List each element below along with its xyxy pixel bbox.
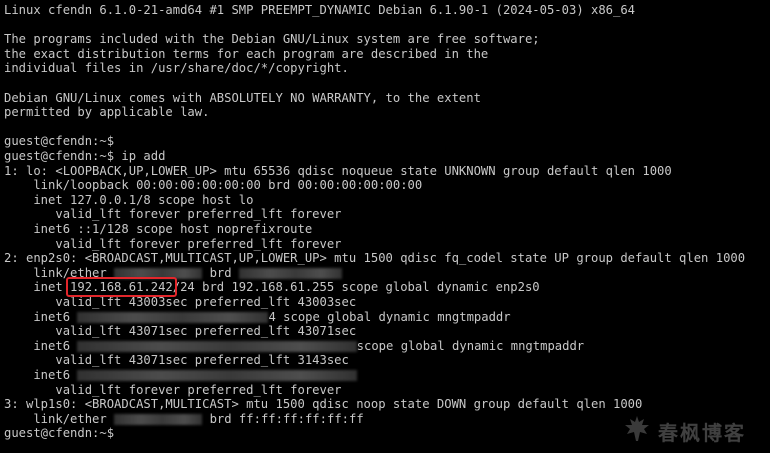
redacted-region (114, 413, 203, 425)
terminal-line: individual files in /usr/share/doc/*/cop… (4, 61, 349, 76)
terminal-line: 2: enp2s0: <BROADCAST,MULTICAST,UP,LOWER… (4, 251, 746, 266)
terminal-line: The programs included with the Debian GN… (4, 32, 540, 47)
terminal-line: inet6 4 scope global dynamic mngtmpaddr (4, 309, 511, 324)
redacted-region (77, 340, 357, 352)
terminal-line: the exact distribution terms for each pr… (4, 46, 489, 61)
terminal-line: 1: lo: <LOOPBACK,UP,LOWER_UP> mtu 65536 … (4, 163, 672, 178)
terminal-line: guest@cfendn:~$ (4, 426, 115, 441)
terminal-line: inet 127.0.0.1/8 scope host lo (4, 192, 254, 207)
redacted-region (77, 311, 269, 323)
watermark-text: 春枫博客 (658, 420, 746, 445)
terminal-line: guest@cfendn:~$ (4, 134, 115, 149)
terminal-line: guest@cfendn:~$ ip add (4, 149, 166, 163)
terminal-line: Debian GNU/Linux comes with ABSOLUTELY N… (4, 90, 481, 105)
terminal-screen[interactable]: Linux cfendn 6.1.0-21-amd64 #1 SMP PREEM… (0, 0, 770, 453)
terminal-line: inet6 ::1/128 scope host noprefixroute (4, 222, 313, 236)
ip-highlight-box (66, 277, 177, 298)
terminal-line: link/loopback 00:00:00:00:00:00 brd 00:0… (4, 178, 423, 193)
terminal-line: valid_lft forever preferred_lft forever (4, 236, 342, 251)
terminal-line: valid_lft 43003sec preferred_lft 43003se… (4, 295, 357, 309)
redacted-region (238, 267, 342, 279)
terminal-line: permitted by applicable law. (4, 105, 210, 120)
terminal-line: valid_lft forever preferred_lft forever (4, 382, 342, 397)
terminal-line: link/ether brd ff:ff:ff:ff:ff:ff (4, 411, 364, 426)
terminal-line: valid_lft 43071sec preferred_lft 43071se… (4, 324, 357, 339)
maple-leaf-icon (622, 414, 652, 449)
terminal-line: valid_lft 43071sec preferred_lft 3143sec (4, 353, 349, 368)
terminal-line: Linux cfendn 6.1.0-21-amd64 #1 SMP PREEM… (4, 3, 636, 17)
watermark: 春枫博客 (622, 414, 767, 448)
redacted-region (77, 370, 357, 381)
terminal-line: valid_lft forever preferred_lft forever (4, 207, 342, 222)
terminal-line: 3: wlp1s0: <BROADCAST,MULTICAST> mtu 150… (4, 397, 643, 412)
terminal-line: inet6 scope global dynamic mngtmpaddr (4, 338, 585, 353)
terminal-line: inet6 (4, 368, 357, 382)
